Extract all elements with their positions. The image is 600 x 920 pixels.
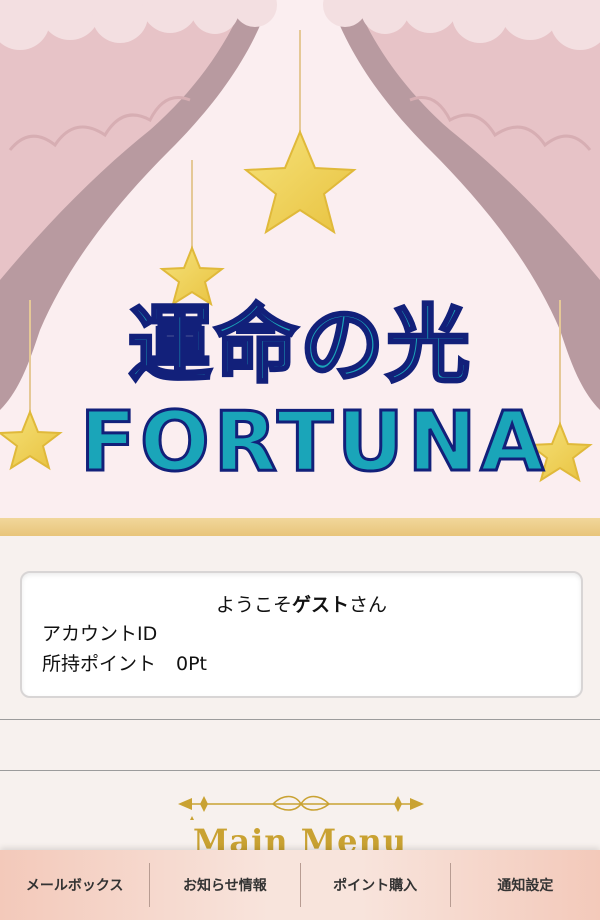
points-label: 所持ポイント xyxy=(42,653,157,675)
account-id-row: アカウントID xyxy=(42,619,561,649)
greeting-suffix: さん xyxy=(349,594,388,616)
section-divider-top xyxy=(0,719,600,720)
ornament-icon xyxy=(178,795,424,820)
points-value: 0Pt xyxy=(176,653,208,675)
account-id-label: アカウントID xyxy=(42,623,158,645)
bottom-nav: メールボックス お知らせ情報 ポイント購入 通知設定 xyxy=(0,850,600,920)
welcome-greeting: ようこそゲストさん xyxy=(42,591,561,619)
logo-en-text: FORTUNA xyxy=(79,394,548,492)
greeting-prefix: ようこそ xyxy=(215,594,292,616)
nav-notices[interactable]: お知らせ情報 xyxy=(150,863,301,907)
fortuna-logo: 運命の光 FORTUNA xyxy=(79,295,548,492)
points-row: 所持ポイント 0Pt xyxy=(42,649,561,679)
nav-buy-points[interactable]: ポイント購入 xyxy=(301,863,451,907)
welcome-card: ようこそゲストさん アカウントID 所持ポイント 0Pt xyxy=(20,571,583,698)
logo-jp-text: 運命の光 xyxy=(126,295,472,396)
gold-divider-band xyxy=(0,518,600,536)
user-name: ゲスト xyxy=(291,594,349,616)
hero-banner: 運命の光 FORTUNA xyxy=(0,0,600,518)
nav-notification-settings[interactable]: 通知設定 xyxy=(451,863,600,907)
section-divider-bottom xyxy=(0,770,600,771)
nav-mailbox[interactable]: メールボックス xyxy=(0,863,151,907)
